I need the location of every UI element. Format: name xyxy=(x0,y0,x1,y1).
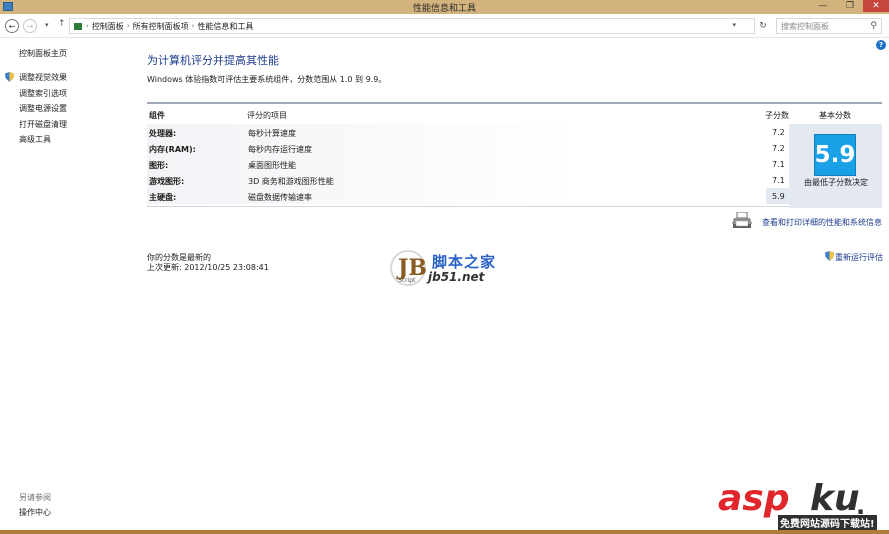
breadcrumb[interactable]: › 控制面板 › 所有控制面板项 › 性能信息和工具 ▾ xyxy=(69,18,755,34)
performance-window: 性能信息和工具 — ❐ ✕ ← → ▾ ↑ › 控制面板 › 所有控制面板项 ›… xyxy=(0,0,889,534)
page-title: 为计算机评分并提高其性能 xyxy=(147,54,279,67)
table-row: 游戏图形: 3D 商务和游戏图形性能 7.1 xyxy=(147,172,789,188)
breadcrumb-performance[interactable]: 性能信息和工具 xyxy=(197,21,253,32)
chevron-down-icon[interactable]: ▾ xyxy=(732,21,736,29)
shield-icon xyxy=(5,72,14,82)
title-bar: 性能信息和工具 — ❐ ✕ xyxy=(0,0,889,14)
subscore-value: 7.1 xyxy=(772,160,785,169)
control-panel-home-link[interactable]: 控制面板主页 xyxy=(19,48,67,59)
see-also-heading: 另请参阅 xyxy=(19,493,51,502)
header-base-score: 基本分数 xyxy=(819,111,851,120)
rerun-assessment-link[interactable]: 重新运行评估 xyxy=(835,252,883,263)
aspku-sub-text: 免费网站源码下载站! xyxy=(778,515,877,530)
close-button[interactable]: ✕ xyxy=(863,0,889,12)
printer-icon xyxy=(732,212,752,228)
adjust-indexing-link[interactable]: 调整索引选项 xyxy=(19,88,67,99)
score-table: 组件 评分的项目 子分数 基本分数 处理器: 每秒计算速度 7.2 内存(RAM… xyxy=(147,102,882,208)
search-input[interactable]: 搜索控制面板 ⚲ xyxy=(776,18,882,34)
search-icon[interactable]: ⚲ xyxy=(870,21,877,31)
rated-item: 每秒计算速度 xyxy=(248,129,296,138)
subscore-value: 7.2 xyxy=(772,128,785,137)
table-row: 主硬盘: 磁盘数据传输速率 5.9 xyxy=(147,188,789,204)
control-panel-icon xyxy=(74,22,82,30)
breadcrumb-separator: › xyxy=(191,22,195,30)
forward-button[interactable]: → xyxy=(23,19,37,33)
aspku-asp-text: asp xyxy=(718,478,790,519)
last-updated: 上次更新: 2012/10/25 23:08:41 xyxy=(147,263,269,272)
component-label: 游戏图形: xyxy=(149,177,185,186)
taskbar-edge xyxy=(0,530,889,534)
component-label: 处理器: xyxy=(149,129,177,138)
base-score-tile: 5.9 xyxy=(814,134,856,176)
advanced-tools-link[interactable]: 高级工具 xyxy=(19,134,51,145)
address-bar: ← → ▾ ↑ › 控制面板 › 所有控制面板项 › 性能信息和工具 ▾ ↻ 搜… xyxy=(0,14,889,38)
up-button[interactable]: ↑ xyxy=(58,19,66,29)
header-subscore: 子分数 xyxy=(765,111,789,120)
jb51-logo: JB Script xyxy=(390,250,427,286)
rated-item: 桌面图形性能 xyxy=(248,161,296,170)
subscore-value: 7.2 xyxy=(772,144,785,153)
subscore-value: 5.9 xyxy=(772,192,785,201)
subscore-value: 7.1 xyxy=(772,176,785,185)
base-score-caption: 由最低子分数决定 xyxy=(804,178,868,187)
breadcrumb-separator: › xyxy=(86,22,89,30)
view-print-details-link[interactable]: 查看和打印详细的性能和系统信息 xyxy=(762,217,882,228)
jb51-en-text: jb51.net xyxy=(428,270,485,284)
adjust-power-link[interactable]: 调整电源设置 xyxy=(19,103,67,114)
window-title: 性能信息和工具 xyxy=(412,4,476,14)
header-component: 组件 xyxy=(149,111,165,120)
rated-item: 3D 商务和游戏图形性能 xyxy=(248,177,334,186)
component-label: 主硬盘: xyxy=(149,193,177,202)
table-row: 内存(RAM): 每秒内存运行速度 7.2 xyxy=(147,140,789,156)
maximize-button[interactable]: ❐ xyxy=(836,0,864,12)
rated-item: 每秒内存运行速度 xyxy=(248,145,312,154)
component-label: 内存(RAM): xyxy=(149,145,196,154)
search-placeholder: 搜索控制面板 xyxy=(781,21,829,31)
disk-cleanup-link[interactable]: 打开磁盘清理 xyxy=(19,119,67,130)
aspku-ku-text: ku xyxy=(810,478,860,519)
back-button[interactable]: ← xyxy=(5,19,19,33)
breadcrumb-all-items[interactable]: 所有控制面板项 xyxy=(133,21,189,32)
table-row: 图形: 桌面图形性能 7.1 xyxy=(147,156,789,172)
header-rated-item: 评分的项目 xyxy=(247,111,287,120)
jb51-watermark: JB Script 脚本之家 jb51.net xyxy=(390,250,502,290)
help-icon[interactable]: ? xyxy=(876,40,886,50)
aspku-watermark: asp ku . 免费网站源码下载站! xyxy=(718,478,888,530)
shield-icon xyxy=(825,251,834,261)
component-label: 图形: xyxy=(149,161,169,170)
refresh-button[interactable]: ↻ xyxy=(757,19,769,33)
breadcrumb-separator: › xyxy=(126,22,130,30)
breadcrumb-control-panel[interactable]: 控制面板 xyxy=(92,21,124,32)
rated-item: 磁盘数据传输速率 xyxy=(248,193,312,202)
recent-locations-icon[interactable]: ▾ xyxy=(45,21,49,29)
minimize-button[interactable]: — xyxy=(809,0,837,12)
page-description: Windows 体验指数可评估主要系统组件，分数范围从 1.0 到 9.9。 xyxy=(147,75,387,84)
action-center-link[interactable]: 操作中心 xyxy=(19,507,51,518)
adjust-visual-effects-link[interactable]: 调整视觉效果 xyxy=(19,72,67,83)
table-row: 处理器: 每秒计算速度 7.2 xyxy=(147,124,789,140)
jb51-cn-text: 脚本之家 xyxy=(432,253,497,271)
base-score-panel: 5.9 由最低子分数决定 xyxy=(789,124,882,208)
